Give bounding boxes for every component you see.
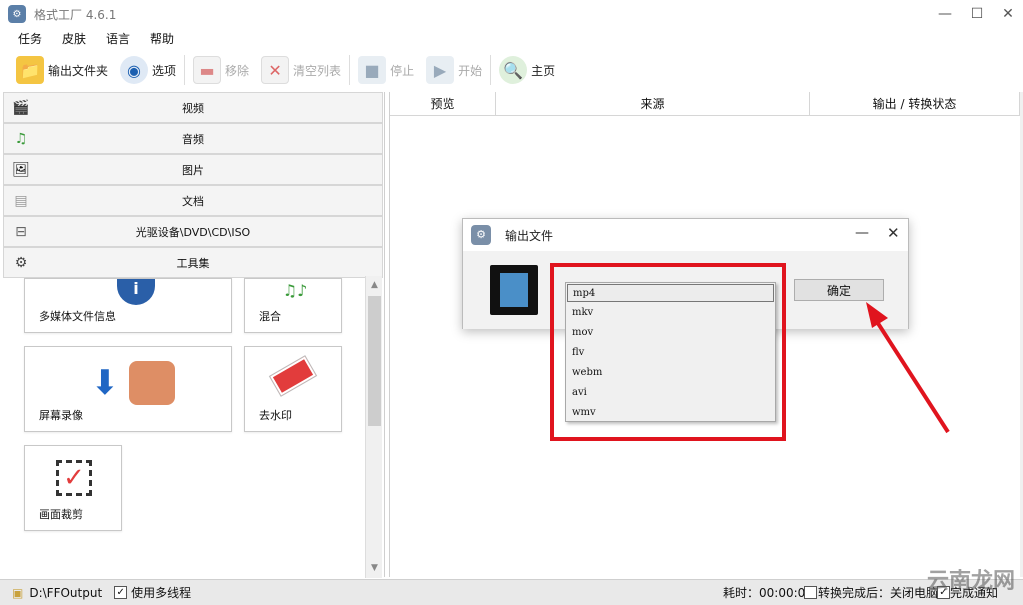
multithread-label: 使用多线程 (131, 586, 192, 600)
menu-task[interactable]: 任务 (18, 30, 42, 47)
gear-images-icon (129, 361, 175, 405)
category-label: 光驱设备\DVD\CD\ISO (135, 225, 251, 239)
category-label: 视频 (182, 101, 204, 115)
document-icon: ▤ (14, 193, 28, 209)
options-button[interactable]: ◉ 选项 (114, 52, 182, 88)
remove-label: 移除 (225, 63, 250, 78)
tile-remove-watermark[interactable]: 去水印 (244, 346, 342, 432)
after-done-label: 转换完成后：关闭电脑 (818, 586, 939, 600)
menu-bar: 任务 皮肤 语言 帮助 (0, 28, 176, 48)
column-source[interactable]: 来源 (496, 92, 810, 116)
highlight-box (550, 263, 786, 441)
info-icon: i (117, 279, 155, 305)
picture-icon: 🖼 (12, 162, 30, 178)
home-button[interactable]: 🔍 主页 (493, 52, 561, 88)
stop-button[interactable]: ■ 停止 (352, 52, 420, 88)
toolbox-icon: ⚙ (14, 255, 28, 271)
category-document[interactable]: ▤ 文档 (3, 185, 383, 216)
window-title: 格式工厂 4.6.1 (34, 7, 117, 22)
tile-screen-record[interactable]: ⬇ 屏幕录像 (24, 346, 232, 432)
category-video[interactable]: 🎬 视频 (3, 92, 383, 123)
toolbar-separator (349, 55, 351, 85)
film-strip-icon (490, 265, 538, 315)
film-icon: 🎬 (12, 100, 30, 116)
category-label: 文档 (182, 194, 204, 208)
tile-label: 多媒体文件信息 (39, 310, 116, 323)
tile-crop[interactable]: ✓ 画面裁剪 (24, 445, 122, 531)
dialog-title: 输出文件 (505, 228, 554, 243)
minimize-button[interactable]: — (930, 4, 960, 24)
start-button[interactable]: ▶ 开始 (420, 52, 488, 88)
category-disc[interactable]: ⊟ 光驱设备\DVD\CD\ISO (3, 216, 383, 247)
category-label: 工具集 (176, 256, 210, 270)
tools-scrollbar[interactable]: ▲ ▼ (365, 276, 382, 578)
dialog-minimize-button[interactable]: — (855, 225, 869, 241)
tile-label: 混合 (259, 310, 281, 323)
category-picture[interactable]: 🖼 图片 (3, 154, 383, 185)
scroll-down-arrow-icon[interactable]: ▼ (367, 561, 382, 576)
home-globe-icon: 🔍 (499, 56, 528, 84)
status-bar: ▣ D:\FFOutput ✓ 使用多线程 耗时：00:00:00 转换完成后：… (0, 579, 1023, 605)
scroll-thumb[interactable] (368, 296, 381, 426)
app-icon: ⚙ (8, 5, 26, 23)
dialog-close-button[interactable]: ✕ (887, 224, 900, 242)
options-icon: ◉ (120, 56, 149, 84)
options-label: 选项 (152, 63, 177, 78)
folder-icon: ▣ (12, 585, 24, 600)
disc-drive-icon: ⊟ (15, 224, 27, 240)
tile-label: 去水印 (259, 409, 292, 422)
crop-check-icon: ✓ (56, 460, 92, 496)
menu-language[interactable]: 语言 (106, 30, 130, 47)
menu-help[interactable]: 帮助 (150, 30, 174, 47)
download-arrow-icon: ⬇ (90, 363, 120, 403)
toolbar-separator (490, 55, 492, 85)
function-panel: 🎬 视频 ♫ 音频 🖼 图片 ▤ 文档 ⊟ 光驱设备\DVD\CD\ISO ⚙ … (3, 92, 385, 577)
stop-icon: ■ (358, 56, 387, 84)
elapsed-time: 耗时：00:00:00 (723, 586, 813, 600)
column-status[interactable]: 输出 / 转换状态 (810, 92, 1020, 116)
clear-list-button[interactable]: ✕ 清空列表 (255, 52, 347, 88)
watermark-text: 云南龙网 (926, 569, 1015, 594)
scroll-up-arrow-icon[interactable]: ▲ (367, 278, 382, 293)
remove-button[interactable]: ▬ 移除 (187, 52, 255, 88)
tile-label: 屏幕录像 (39, 409, 83, 422)
toolbar-separator (184, 55, 186, 85)
start-icon: ▶ (426, 56, 455, 84)
stop-label: 停止 (390, 63, 415, 78)
annotation-arrow (866, 302, 950, 434)
tile-media-info[interactable]: i 多媒体文件信息 (24, 278, 232, 333)
start-label: 开始 (458, 63, 483, 78)
output-folder-button[interactable]: 📁 输出文件夹 (10, 52, 114, 88)
close-button[interactable]: ✕ (993, 4, 1023, 24)
home-label: 主页 (531, 63, 556, 78)
film-frame (500, 273, 528, 307)
tile-label: 画面裁剪 (39, 508, 83, 521)
title-bar: ⚙ 格式工厂 4.6.1 (0, 0, 1023, 28)
folder-icon: 📁 (16, 56, 44, 84)
category-toolbox[interactable]: ⚙ 工具集 (3, 247, 383, 278)
category-label: 音频 (182, 132, 204, 146)
output-path[interactable]: D:\FFOutput (29, 586, 102, 600)
category-label: 图片 (182, 163, 204, 177)
category-audio[interactable]: ♫ 音频 (3, 123, 383, 154)
maximize-button[interactable]: ☐ (962, 4, 992, 24)
shutdown-checkbox[interactable] (804, 586, 817, 599)
clear-list-label: 清空列表 (293, 63, 342, 78)
app-icon: ⚙ (471, 225, 491, 245)
multithread-checkbox[interactable]: ✓ (114, 586, 128, 599)
menu-skin[interactable]: 皮肤 (62, 30, 86, 47)
column-preview[interactable]: 预览 (390, 92, 496, 116)
mix-icon: ♫♪ (282, 281, 308, 300)
output-folder-label: 输出文件夹 (48, 63, 109, 78)
toolbar: 📁 输出文件夹 ◉ 选项 ▬ 移除 ✕ 清空列表 ■ 停止 ▶ 开始 🔍 主页 (0, 50, 1023, 90)
app-window: ⚙ 格式工厂 4.6.1 — ☐ ✕ 任务 皮肤 语言 帮助 📁 输出文件夹 ◉… (0, 0, 1023, 605)
clear-list-icon: ✕ (261, 56, 290, 84)
music-icon: ♫ (14, 131, 28, 147)
dialog-title-bar: ⚙ 输出文件 — ✕ (463, 219, 908, 251)
tile-mix[interactable]: ♫♪ 混合 (244, 278, 342, 333)
eraser-icon (270, 356, 316, 396)
remove-icon: ▬ (193, 56, 222, 84)
